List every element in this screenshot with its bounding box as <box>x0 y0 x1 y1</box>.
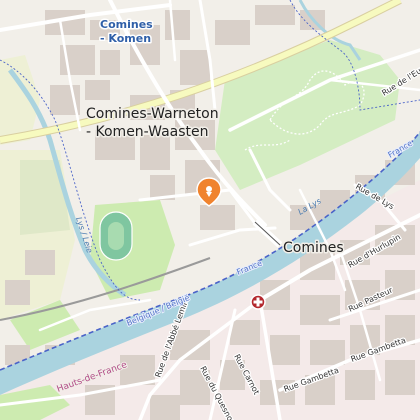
medical-cross-icon[interactable] <box>250 294 266 310</box>
district-label-line1: Comines <box>100 18 153 31</box>
city-label-main-line1: Comines-Warneton <box>86 106 219 122</box>
district-label-line2: - Komen <box>100 32 151 45</box>
city-label-comines-fr: Comines <box>283 240 344 256</box>
sports-field <box>108 222 124 250</box>
map-canvas[interactable]: Comines - Komen Comines-Warneton - Komen… <box>0 0 420 420</box>
city-label-main-line2: - Komen-Waasten <box>86 124 209 140</box>
